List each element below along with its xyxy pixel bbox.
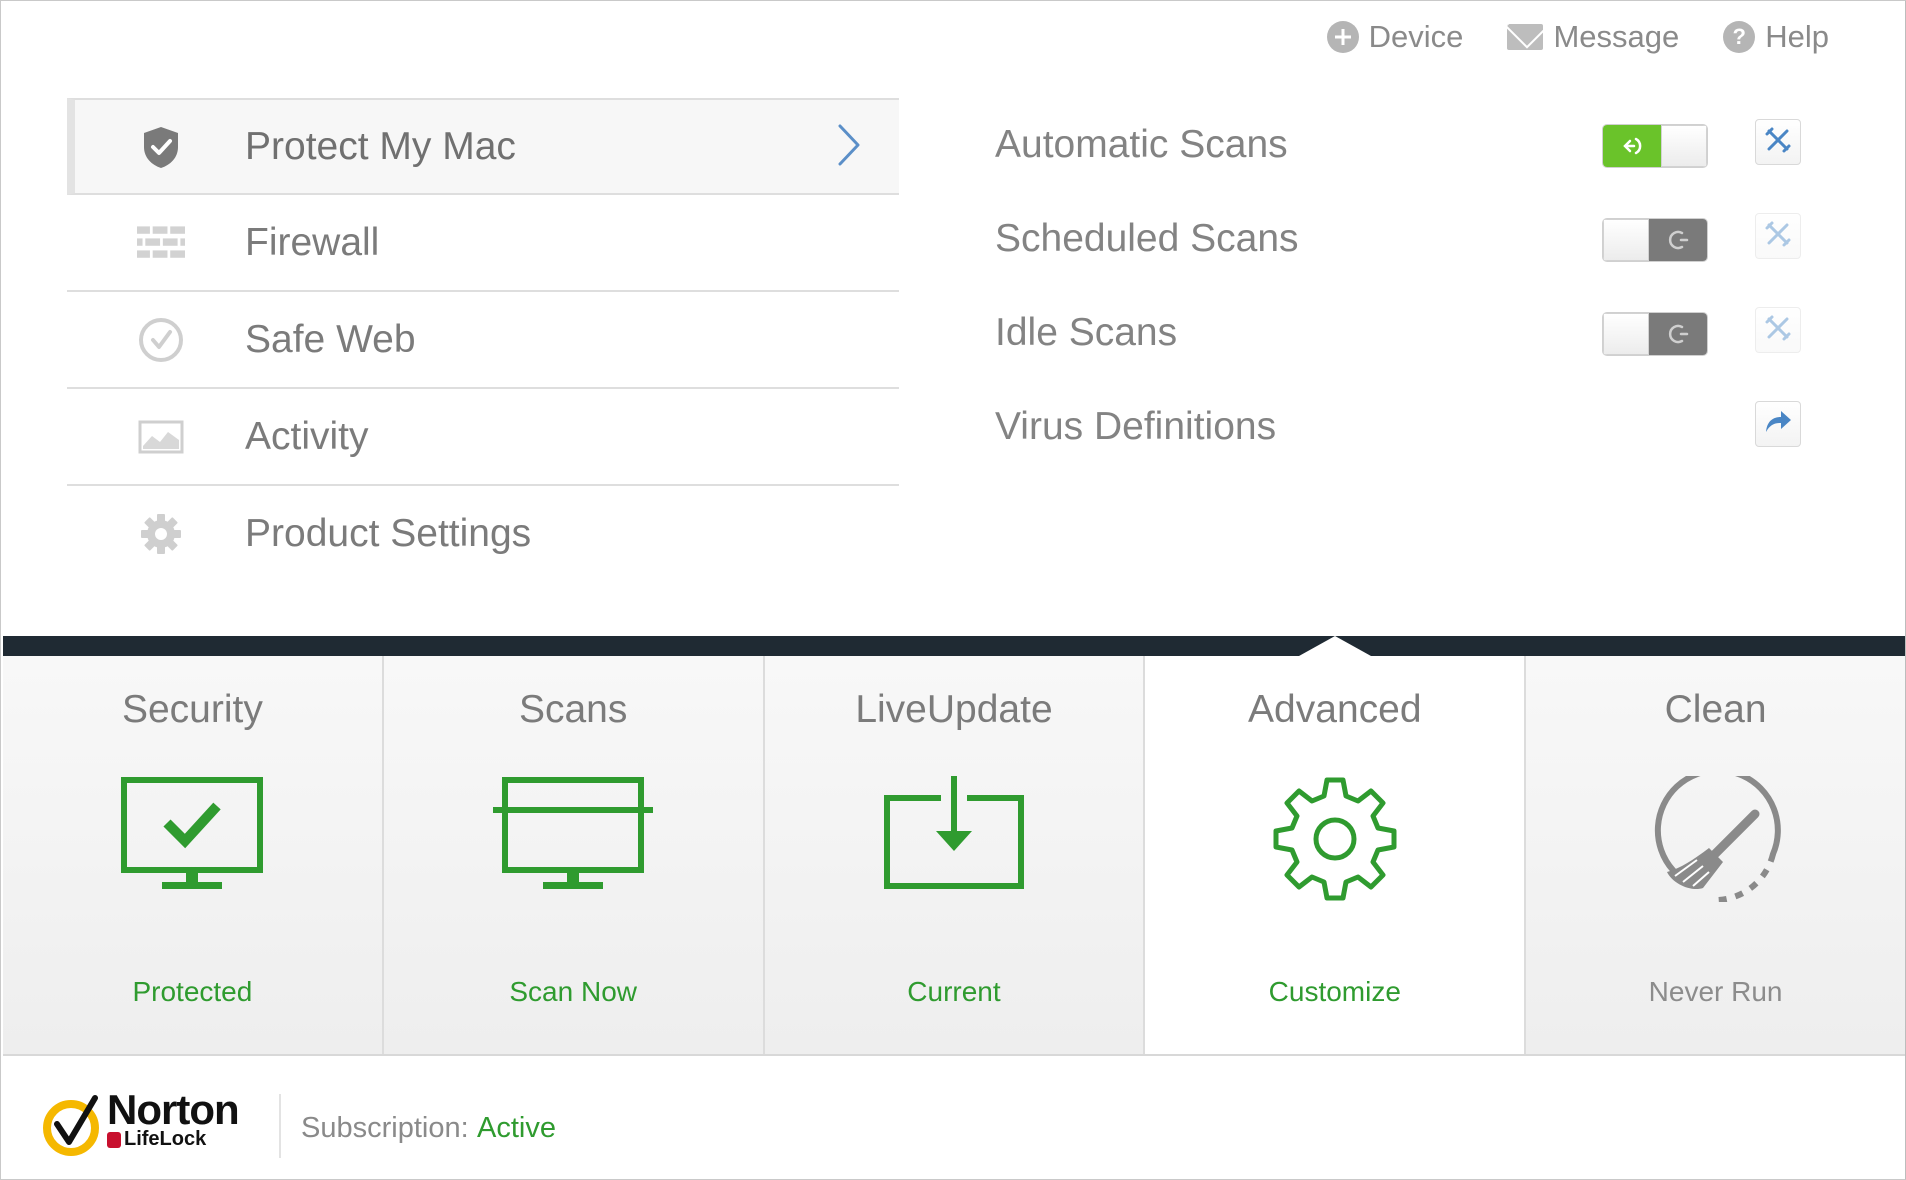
- tile-status: Customize: [1268, 976, 1401, 1007]
- tile-advanced[interactable]: Advanced Customize: [1145, 656, 1527, 1054]
- monitor-scan-icon: [493, 776, 654, 897]
- tools-icon: [1764, 314, 1792, 347]
- check-circle-icon: [137, 316, 185, 364]
- help-icon: ?: [1723, 21, 1756, 53]
- menu-item-label: Product Settings: [245, 511, 532, 555]
- scheduled-scans-settings-button[interactable]: [1755, 213, 1801, 259]
- tile-status: Scan Now: [509, 976, 637, 1007]
- share-arrow-icon: [1763, 409, 1793, 440]
- menu-item-firewall[interactable]: Firewall: [67, 195, 899, 292]
- setting-label: Automatic Scans: [995, 123, 1288, 166]
- toggle-knob: [1661, 125, 1707, 167]
- footer: Norton LifeLock Subscription: Active: [3, 1056, 1905, 1179]
- menu-item-protect-my-mac[interactable]: Protect My Mac: [67, 98, 899, 195]
- menu-item-activity[interactable]: Activity: [67, 389, 899, 486]
- tile-title: Security: [121, 688, 263, 731]
- broom-clock-icon: [1651, 767, 1781, 907]
- menu-item-label: Safe Web: [245, 317, 416, 361]
- left-menu: Protect My Mac Firewall Safe Web Activit…: [67, 98, 899, 581]
- scheduled-scans-toggle[interactable]: [1603, 219, 1707, 261]
- brick-wall-icon: [137, 219, 185, 267]
- menu-item-safe-web[interactable]: Safe Web: [67, 292, 899, 389]
- tools-icon: [1764, 126, 1792, 159]
- top-links: Device Message ? Help: [1326, 19, 1829, 55]
- setting-virus-definitions: Virus Definitions: [995, 380, 1805, 474]
- footer-divider: [279, 1094, 281, 1158]
- power-off-icon: [1649, 219, 1707, 261]
- subscription-label: Subscription:: [301, 1112, 469, 1144]
- tile-status: Current: [907, 976, 1001, 1007]
- tile-clean[interactable]: Clean Never Run: [1526, 656, 1905, 1054]
- menu-item-label: Activity: [245, 414, 369, 458]
- setting-automatic-scans: Automatic Scans: [995, 98, 1805, 192]
- download-box-icon: [881, 776, 1027, 897]
- scan-settings: Automatic Scans Scheduled Scans Idle Sca…: [995, 98, 1805, 474]
- setting-label: Idle Scans: [995, 311, 1178, 354]
- setting-scheduled-scans: Scheduled Scans: [995, 192, 1805, 286]
- tile-title: Scans: [518, 688, 628, 731]
- selected-tile-pointer: [1299, 636, 1371, 656]
- monitor-check-icon: [119, 776, 265, 897]
- brand-subtitle: LifeLock: [107, 1128, 206, 1151]
- help-label: Help: [1765, 19, 1829, 54]
- menu-item-label: Protect My Mac: [245, 124, 516, 168]
- tile-status: Protected: [132, 976, 253, 1007]
- automatic-scans-toggle[interactable]: [1603, 125, 1707, 167]
- power-off-icon: [1649, 313, 1707, 355]
- toggle-knob: [1603, 219, 1649, 261]
- menu-item-product-settings[interactable]: Product Settings: [67, 486, 899, 581]
- norton-lifelock-logo: Norton LifeLock: [43, 1086, 273, 1156]
- setting-label: Virus Definitions: [995, 405, 1277, 448]
- message-label: Message: [1553, 19, 1680, 54]
- brand-name: Norton: [107, 1086, 240, 1133]
- tile-title: LiveUpdate: [855, 688, 1053, 731]
- tools-icon: [1764, 220, 1792, 253]
- tile-security[interactable]: Security Protected: [3, 656, 384, 1054]
- shield-check-icon: [137, 123, 185, 171]
- power-on-icon: [1603, 125, 1661, 167]
- tile-liveupdate[interactable]: LiveUpdate Current: [764, 656, 1146, 1054]
- app-window: Device Message ? Help Protect My Mac Fir…: [0, 0, 1906, 1180]
- tile-title: Clean: [1664, 688, 1767, 731]
- lock-icon: [107, 1131, 121, 1148]
- gear-icon: [137, 510, 185, 558]
- device-label: Device: [1368, 19, 1464, 54]
- toggle-knob: [1603, 313, 1649, 355]
- subscription-status[interactable]: Active: [477, 1112, 556, 1145]
- automatic-scans-settings-button[interactable]: [1755, 119, 1801, 165]
- chevron-right-icon: [835, 122, 863, 173]
- brand-sub-label: LifeLock: [124, 1128, 207, 1150]
- setting-idle-scans: Idle Scans: [995, 286, 1805, 380]
- help-link[interactable]: ? Help: [1723, 19, 1829, 55]
- tile-scans[interactable]: Scans Scan Now: [383, 656, 765, 1054]
- tile-title: Advanced: [1248, 688, 1422, 731]
- activity-chart-icon: [137, 413, 185, 461]
- idle-scans-toggle[interactable]: [1603, 313, 1707, 355]
- setting-label: Scheduled Scans: [995, 217, 1299, 260]
- virus-definitions-button[interactable]: [1755, 401, 1801, 447]
- device-link[interactable]: Device: [1326, 19, 1464, 55]
- idle-scans-settings-button[interactable]: [1755, 307, 1801, 353]
- add-circle-icon: [1326, 21, 1359, 53]
- section-divider: [3, 636, 1905, 656]
- tile-status: Never Run: [1648, 976, 1783, 1007]
- feature-tiles: Security Protected Scans Scan Now LiveUp…: [3, 656, 1905, 1054]
- envelope-icon: [1507, 24, 1544, 50]
- menu-item-label: Firewall: [245, 220, 380, 264]
- norton-check-icon: [43, 1095, 99, 1156]
- gear-icon: [1272, 776, 1398, 907]
- message-link[interactable]: Message: [1507, 19, 1679, 55]
